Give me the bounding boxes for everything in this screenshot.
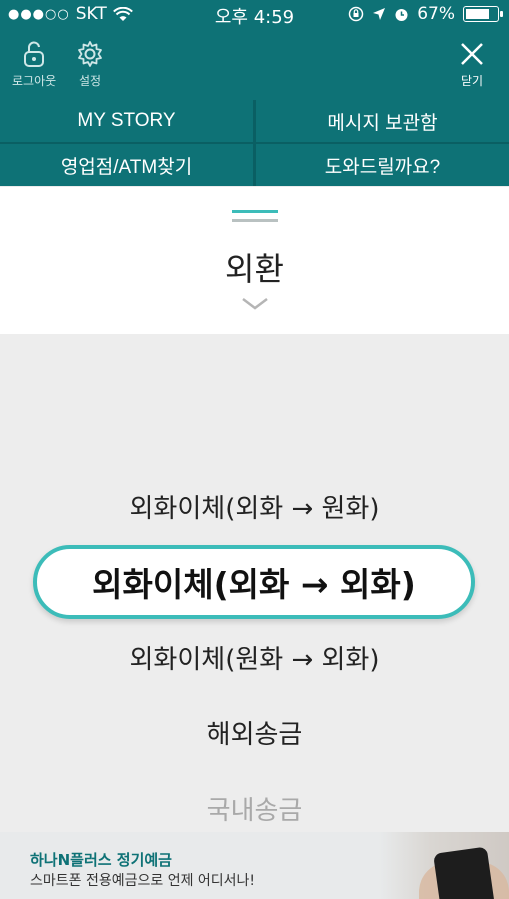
ad-subtitle: 스마트폰 전용예금으로 언제 어디서나! bbox=[30, 873, 256, 889]
status-bar: ●●●○○ SKT 오후 4:59 67% bbox=[0, 0, 509, 28]
location-arrow-icon bbox=[373, 8, 386, 20]
smartphone-graphic bbox=[433, 846, 495, 899]
gear-icon bbox=[78, 41, 102, 67]
picker-option[interactable]: 외화이체(외화 → 원화) bbox=[0, 488, 509, 525]
close-icon bbox=[461, 43, 483, 65]
alarm-icon bbox=[395, 8, 408, 21]
drag-handle-icon[interactable] bbox=[231, 210, 278, 222]
picker-option[interactable]: 해외송금 bbox=[0, 714, 509, 751]
unlock-icon bbox=[24, 41, 45, 67]
settings-label: 설정 bbox=[78, 74, 102, 88]
top-bar: 로그아웃 설정 닫기 bbox=[0, 28, 509, 100]
battery-percent: 67% bbox=[417, 4, 455, 24]
picker-option-selected[interactable]: 외화이체(외화 → 외화) bbox=[33, 545, 475, 619]
picker-option[interactable]: 국내송금 bbox=[0, 790, 509, 827]
my-story-button[interactable]: MY STORY bbox=[0, 100, 253, 142]
battery-icon bbox=[463, 6, 503, 22]
settings-button[interactable]: 설정 bbox=[76, 40, 104, 89]
section-title: 외환 bbox=[225, 250, 284, 288]
service-picker[interactable]: 외화이체(외화 → 원화) 외화이체(외화 → 외화) 외화이체(원화 → 외화… bbox=[0, 334, 509, 832]
ad-title: 하나N플러스 정기예금 bbox=[30, 851, 172, 869]
rotation-lock-icon bbox=[348, 6, 364, 22]
ad-image bbox=[379, 832, 509, 899]
ad-banner[interactable]: 하나N플러스 정기예금 스마트폰 전용예금으로 언제 어디서나! bbox=[0, 832, 509, 899]
close-button[interactable]: 닫기 bbox=[458, 40, 486, 89]
logout-label: 로그아웃 bbox=[12, 74, 57, 88]
quick-menu-grid: MY STORY 메시지 보관함 영업점/ATM찾기 도와드릴까요? bbox=[0, 100, 509, 186]
chevron-down-icon[interactable] bbox=[0, 296, 509, 315]
branch-atm-finder-button[interactable]: 영업점/ATM찾기 bbox=[0, 144, 253, 186]
help-button[interactable]: 도와드릴까요? bbox=[256, 144, 509, 186]
message-box-button[interactable]: 메시지 보관함 bbox=[256, 100, 509, 142]
logout-button[interactable]: 로그아웃 bbox=[12, 40, 56, 89]
section-header: 외환 bbox=[0, 187, 509, 334]
close-label: 닫기 bbox=[460, 74, 484, 88]
picker-option[interactable]: 외화이체(원화 → 외화) bbox=[0, 639, 509, 676]
